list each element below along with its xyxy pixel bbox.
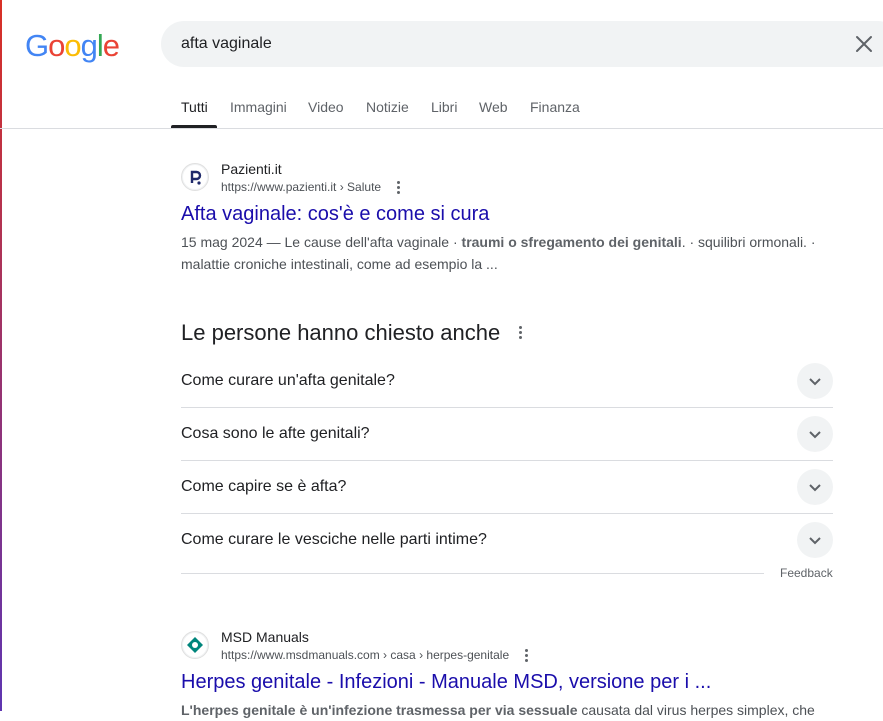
tab-tutti[interactable]: Tutti	[181, 99, 208, 115]
search-box[interactable]: afta vaginale	[161, 21, 883, 67]
paa-question-text: Come curare un'afta genitale?	[181, 372, 395, 389]
close-icon	[856, 36, 872, 52]
chevron-down-icon	[809, 484, 821, 492]
paa-expand-button[interactable]	[797, 522, 833, 558]
paa-question-text: Come curare le vesciche nelle parti inti…	[181, 531, 487, 548]
snippet-text-post: causata dal virus herpes simplex, che	[577, 702, 815, 718]
paa-expand-button[interactable]	[797, 469, 833, 505]
paa-expand-button[interactable]	[797, 363, 833, 399]
feedback-link[interactable]: Feedback	[780, 566, 833, 580]
paa-more-icon[interactable]	[513, 325, 527, 341]
result-title-link[interactable]: Herpes genitale - Infezioni - Manuale MS…	[181, 671, 711, 694]
msd-favicon[interactable]	[181, 631, 209, 659]
result-more-icon[interactable]	[519, 648, 533, 664]
logo-letter-o2: o	[64, 28, 81, 63]
result-url[interactable]: https://www.pazienti.it › Salute	[221, 180, 381, 194]
logo-letter-o1: o	[48, 28, 65, 63]
paa-title: Le persone hanno chiesto anche	[181, 320, 501, 345]
result-more-icon[interactable]	[391, 180, 405, 196]
paa-bottom-divider	[181, 573, 764, 574]
tab-video[interactable]: Video	[308, 99, 344, 115]
pazienti-logo-icon	[183, 165, 207, 189]
search-input[interactable]: afta vaginale	[181, 35, 272, 53]
paa-question-3[interactable]: Come capire se è afta?	[181, 460, 833, 514]
paa-question-text: Come capire se è afta?	[181, 478, 347, 495]
google-logo[interactable]: Google	[25, 28, 120, 64]
pazienti-favicon[interactable]	[181, 163, 209, 191]
result-site-name[interactable]: MSD Manuals	[221, 629, 309, 645]
paa-question-1[interactable]: Come curare un'afta genitale?	[181, 354, 833, 408]
tab-web[interactable]: Web	[479, 99, 508, 115]
clear-search-button[interactable]	[853, 33, 875, 55]
result-site-name[interactable]: Pazienti.it	[221, 161, 282, 177]
result-title-link[interactable]: Afta vaginale: cos'è e come si cura	[181, 203, 489, 226]
snippet-highlight: traumi o sfregamento dei genitali	[461, 234, 682, 250]
msd-logo-icon	[183, 633, 207, 657]
snippet-highlight: L'herpes genitale è un'infezione trasmes…	[181, 702, 578, 718]
chevron-down-icon	[809, 378, 821, 386]
paa-question-4[interactable]: Come curare le vesciche nelle parti inti…	[181, 513, 833, 566]
window-left-edge	[0, 0, 2, 711]
result-url[interactable]: https://www.msdmanuals.com › casa › herp…	[221, 648, 509, 662]
chevron-down-icon	[809, 431, 821, 439]
tab-finanza[interactable]: Finanza	[530, 99, 580, 115]
result-snippet: L'herpes genitale è un'infezione trasmes…	[181, 699, 881, 721]
paa-question-text: Cosa sono le afte genitali?	[181, 425, 370, 442]
tab-libri[interactable]: Libri	[431, 99, 457, 115]
paa-question-2[interactable]: Cosa sono le afte genitali?	[181, 407, 833, 461]
result-date: 15 mag 2024	[181, 234, 263, 250]
snippet-text-pre: — Le cause dell'afta vaginale ·	[262, 234, 462, 250]
logo-letter-g2: g	[80, 28, 98, 63]
result-snippet: 15 mag 2024 — Le cause dell'afta vaginal…	[181, 231, 831, 275]
logo-letter-g: G	[25, 28, 49, 63]
chevron-down-icon	[809, 537, 821, 545]
tab-immagini[interactable]: Immagini	[230, 99, 287, 115]
logo-letter-e: e	[102, 28, 120, 63]
header-divider	[0, 128, 883, 129]
tab-notizie[interactable]: Notizie	[366, 99, 409, 115]
paa-expand-button[interactable]	[797, 416, 833, 452]
